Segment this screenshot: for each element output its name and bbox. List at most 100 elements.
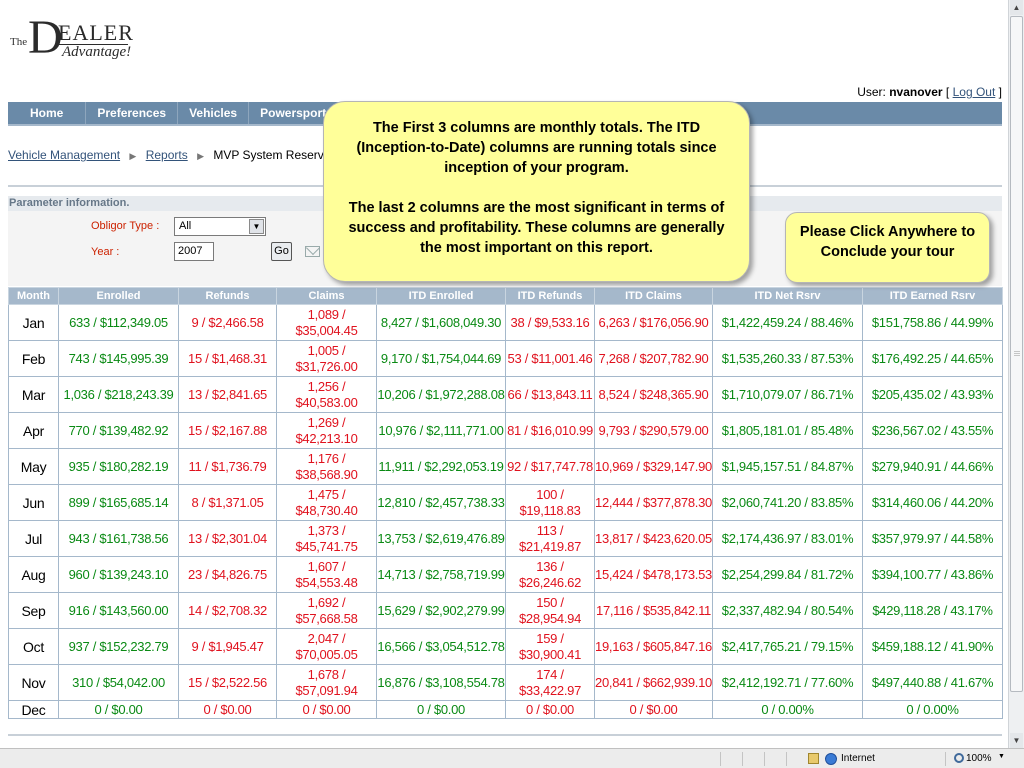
table-cell: 16,876 / $3,108,554.78 bbox=[376, 664, 506, 701]
table-cell: 66 / $13,843.11 bbox=[505, 376, 595, 413]
table-cell: $459,188.12 / 41.90% bbox=[862, 628, 1003, 665]
nav-preferences[interactable]: Preferences bbox=[86, 102, 179, 124]
table-cell: 1,005 / $31,726.00 bbox=[276, 340, 377, 377]
nav-vehicles[interactable]: Vehicles bbox=[178, 102, 250, 124]
obligor-type-select[interactable]: All ▼ bbox=[174, 217, 266, 236]
vertical-scrollbar[interactable]: ▲ — — — ▼ bbox=[1008, 0, 1024, 748]
table-row: Dec 0 / $0.00 0 / $0.00 0 / $0.00 0 / $0.00 0… bbox=[8, 700, 1003, 719]
obligor-type-label: Obligor Type : bbox=[91, 220, 160, 232]
month-cell: Dec bbox=[8, 700, 59, 719]
scroll-up-icon[interactable]: ▲ bbox=[1010, 0, 1023, 15]
report-table: Month Enrolled Refunds Claims ITD Enroll… bbox=[8, 287, 1003, 719]
table-cell: $2,337,482.94 / 80.54% bbox=[712, 592, 863, 629]
zoom-level[interactable]: 100% bbox=[966, 753, 992, 764]
column-header: Month bbox=[8, 287, 59, 305]
table-row: Nov 310 / $54,042.00 15 / $2,522.56 1,678 /… bbox=[8, 664, 1003, 701]
table-cell: 23 / $4,826.75 bbox=[178, 556, 277, 593]
table-cell: 15,424 / $478,173.53 bbox=[594, 556, 713, 593]
logo-advantage: Advantage! bbox=[62, 44, 132, 60]
breadcrumb-vehicle-management[interactable]: Vehicle Management bbox=[8, 148, 120, 162]
month-cell: Apr bbox=[8, 412, 59, 449]
go-button[interactable]: Go bbox=[271, 242, 292, 261]
table-cell: 633 / $112,349.05 bbox=[58, 304, 179, 341]
table-cell: 1,089 / $35,004.45 bbox=[276, 304, 377, 341]
logout-open-bracket: [ bbox=[945, 85, 950, 99]
table-cell: 1,692 / $57,668.58 bbox=[276, 592, 377, 629]
chevron-down-icon[interactable]: ▼ bbox=[998, 753, 1005, 760]
chevron-down-icon[interactable]: ▼ bbox=[249, 219, 264, 234]
table-cell: $394,100.77 / 43.86% bbox=[862, 556, 1003, 593]
month-cell: Oct bbox=[8, 628, 59, 665]
column-header: ITD Earned Rsrv bbox=[862, 287, 1003, 305]
month-cell: Aug bbox=[8, 556, 59, 593]
table-cell: 1,373 / $45,741.75 bbox=[276, 520, 377, 557]
table-cell: 159 / $30,900.41 bbox=[505, 628, 595, 665]
mail-icon[interactable] bbox=[305, 246, 320, 257]
month-cell: Jul bbox=[8, 520, 59, 557]
column-header: ITD Refunds bbox=[505, 287, 595, 305]
table-cell: $1,535,260.33 / 87.53% bbox=[712, 340, 863, 377]
table-cell: 6,263 / $176,056.90 bbox=[594, 304, 713, 341]
table-cell: 15 / $2,167.88 bbox=[178, 412, 277, 449]
table-cell: 12,810 / $2,457,738.33 bbox=[376, 484, 506, 521]
scroll-down-icon[interactable]: ▼ bbox=[1010, 733, 1023, 748]
table-cell: 53 / $11,001.46 bbox=[505, 340, 595, 377]
table-cell: 916 / $143,560.00 bbox=[58, 592, 179, 629]
obligor-type-value: All bbox=[179, 220, 192, 232]
table-cell: $1,422,459.24 / 88.46% bbox=[712, 304, 863, 341]
nav-home[interactable]: Home bbox=[8, 102, 87, 124]
table-cell: 15,629 / $2,902,279.99 bbox=[376, 592, 506, 629]
table-cell: 9,170 / $1,754,044.69 bbox=[376, 340, 506, 377]
table-cell: $1,710,079.07 / 86.71% bbox=[712, 376, 863, 413]
table-cell: 943 / $161,738.56 bbox=[58, 520, 179, 557]
table-cell: 11 / $1,736.79 bbox=[178, 448, 277, 485]
breadcrumb-separator-icon: ▶ bbox=[197, 151, 204, 161]
table-cell: 1,269 / $42,213.10 bbox=[276, 412, 377, 449]
column-header: Enrolled bbox=[58, 287, 179, 305]
table-row: Mar 1,036 / $218,243.39 13 / $2,841.65 1,25… bbox=[8, 376, 1003, 413]
dealer-advantage-logo: The D EALER Advantage! bbox=[8, 10, 138, 65]
table-cell: $357,979.97 / 44.58% bbox=[862, 520, 1003, 557]
browser-status-bar: Internet 100% ▼ bbox=[0, 748, 1024, 768]
table-cell: 1,678 / $57,091.94 bbox=[276, 664, 377, 701]
conclude-tour-callout[interactable]: Please Click Anywhere to Conclude your t… bbox=[785, 212, 990, 283]
column-header: Refunds bbox=[178, 287, 277, 305]
table-cell: 9 / $2,466.58 bbox=[178, 304, 277, 341]
table-cell: $176,492.25 / 44.65% bbox=[862, 340, 1003, 377]
table-cell: $429,118.28 / 43.17% bbox=[862, 592, 1003, 629]
table-cell: 1,036 / $218,243.39 bbox=[58, 376, 179, 413]
table-cell: 937 / $152,232.79 bbox=[58, 628, 179, 665]
table-cell: 150 / $28,954.94 bbox=[505, 592, 595, 629]
user-bar: User: nvanover [ Log Out ] bbox=[857, 85, 1002, 99]
logo-the: The bbox=[10, 36, 28, 48]
year-input[interactable]: 2007 bbox=[174, 242, 214, 261]
table-cell: 7,268 / $207,782.90 bbox=[594, 340, 713, 377]
table-cell: 8,524 / $248,365.90 bbox=[594, 376, 713, 413]
table-row: Jul 943 / $161,738.56 13 / $2,301.04 1,373 … bbox=[8, 520, 1003, 557]
table-row: Jan 633 / $112,349.05 9 / $2,466.58 1,089 /… bbox=[8, 304, 1003, 341]
table-cell: 12,444 / $377,878.30 bbox=[594, 484, 713, 521]
breadcrumb-reports[interactable]: Reports bbox=[146, 148, 188, 162]
table-cell: 13 / $2,841.65 bbox=[178, 376, 277, 413]
breadcrumb: Vehicle Management ▶ Reports ▶ MVP Syste… bbox=[8, 148, 330, 162]
table-cell: 113 / $21,419.87 bbox=[505, 520, 595, 557]
table-cell: 15 / $2,522.56 bbox=[178, 664, 277, 701]
table-row: Apr 770 / $139,482.92 15 / $2,167.88 1,269 … bbox=[8, 412, 1003, 449]
table-cell: 1,176 / $38,568.90 bbox=[276, 448, 377, 485]
table-cell: 11,911 / $2,292,053.19 bbox=[376, 448, 506, 485]
table-row: Aug 960 / $139,243.10 23 / $4,826.75 1,607 … bbox=[8, 556, 1003, 593]
table-cell: 1,607 / $54,553.48 bbox=[276, 556, 377, 593]
column-header: Claims bbox=[276, 287, 377, 305]
status-divider bbox=[742, 752, 743, 766]
logout-link[interactable]: Log Out bbox=[953, 85, 996, 99]
status-divider bbox=[764, 752, 765, 766]
table-header-row: Month Enrolled Refunds Claims ITD Enroll… bbox=[8, 287, 1003, 305]
breadcrumb-current: MVP System Reserve bbox=[213, 148, 331, 162]
table-cell: 0 / $0.00 bbox=[58, 700, 179, 719]
scrollbar-thumb[interactable]: — — — bbox=[1010, 16, 1023, 692]
table-cell: 0 / $0.00 bbox=[505, 700, 595, 719]
zoom-icon[interactable] bbox=[954, 753, 964, 763]
table-cell: 10,206 / $1,972,288.08 bbox=[376, 376, 506, 413]
table-cell: 770 / $139,482.92 bbox=[58, 412, 179, 449]
table-cell: $151,758.86 / 44.99% bbox=[862, 304, 1003, 341]
